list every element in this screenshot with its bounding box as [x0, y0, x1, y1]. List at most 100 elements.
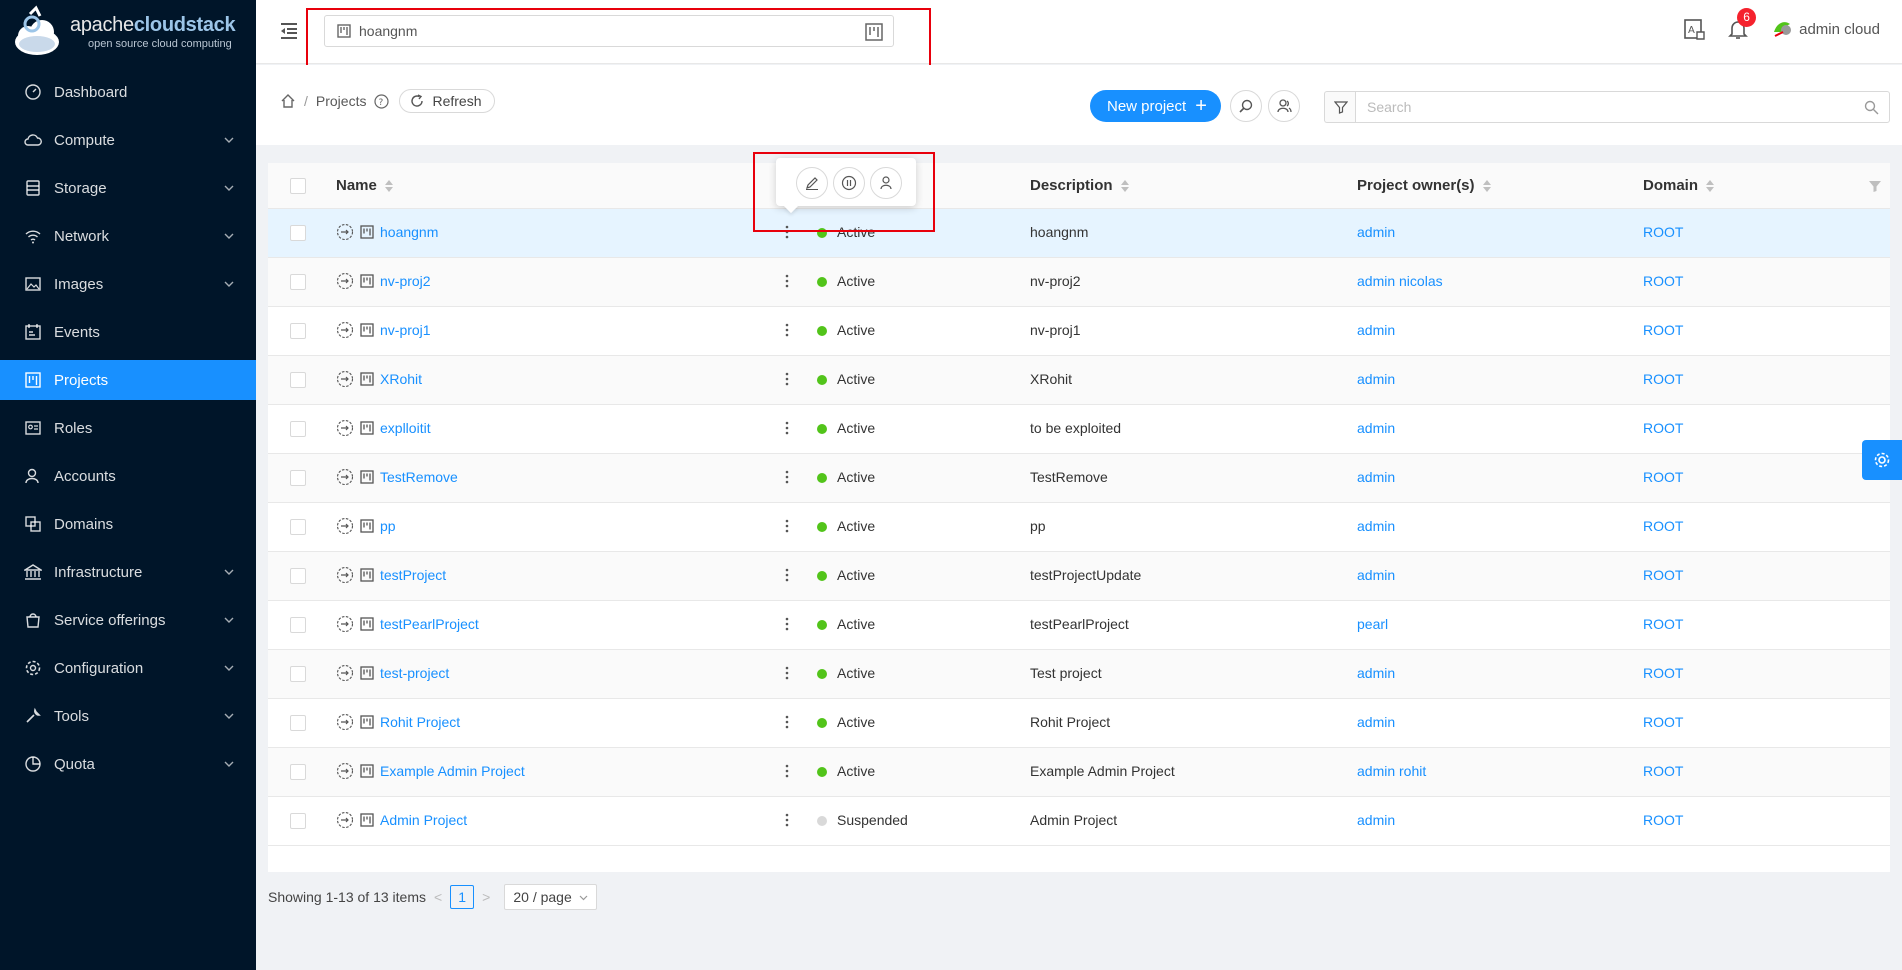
settings-drawer-button[interactable]	[1862, 440, 1902, 480]
sidebar-item-accounts[interactable]: Accounts	[0, 456, 256, 496]
project-name-link[interactable]: Example Admin Project	[380, 763, 525, 779]
project-name-link[interactable]: XRohit	[380, 371, 422, 387]
menu-fold-icon[interactable]	[278, 20, 300, 42]
switch-project-icon[interactable]	[336, 272, 354, 290]
row-checkbox[interactable]	[290, 421, 306, 437]
switch-project-icon[interactable]	[336, 615, 354, 633]
row-checkbox[interactable]	[290, 764, 306, 780]
table-row[interactable]: nv-proj1 Active nv-proj1 admin ROOT	[268, 307, 1890, 356]
project-name-link[interactable]: pp	[380, 518, 396, 534]
row-checkbox[interactable]	[290, 372, 306, 388]
translate-icon[interactable]: A	[1683, 18, 1705, 40]
owner-link[interactable]: admin	[1357, 665, 1395, 681]
switch-project-icon[interactable]	[336, 517, 354, 535]
refresh-button[interactable]: Refresh	[399, 89, 495, 113]
domain-link[interactable]: ROOT	[1643, 371, 1683, 387]
logo[interactable]: apachecloudstack open source cloud compu…	[0, 0, 256, 64]
sidebar-item-configuration[interactable]: Configuration	[0, 648, 256, 688]
sidebar-item-service-offerings[interactable]: Service offerings	[0, 600, 256, 640]
table-row[interactable]: pp Active pp admin ROOT	[268, 503, 1890, 552]
row-checkbox[interactable]	[290, 715, 306, 731]
sidebar-item-images[interactable]: Images	[0, 264, 256, 304]
more-actions-icon[interactable]	[785, 372, 789, 386]
row-checkbox[interactable]	[290, 666, 306, 682]
join-project-button[interactable]	[1230, 90, 1262, 122]
switch-project-icon[interactable]	[336, 223, 354, 241]
owner-link[interactable]: admin	[1357, 224, 1395, 240]
domain-link[interactable]: ROOT	[1643, 763, 1683, 779]
column-header-domain[interactable]: Domain	[1643, 177, 1715, 194]
more-actions-icon[interactable]	[785, 323, 789, 337]
owner-link[interactable]: admin	[1357, 567, 1395, 583]
owner-link[interactable]: admin nicolas	[1357, 273, 1443, 289]
switch-project-icon[interactable]	[336, 566, 354, 584]
search-input[interactable]: Search	[1355, 91, 1890, 123]
more-actions-icon[interactable]	[785, 274, 789, 288]
project-name-link[interactable]: TestRemove	[380, 469, 458, 485]
owner-link[interactable]: admin	[1357, 322, 1395, 338]
notification-bell[interactable]: 6	[1727, 8, 1757, 40]
page-number-current[interactable]: 1	[450, 885, 475, 909]
table-row[interactable]: Admin Project Suspended Admin Project admin…	[268, 797, 1890, 846]
more-actions-icon[interactable]	[785, 715, 789, 729]
switch-project-icon[interactable]	[336, 419, 354, 437]
domain-link[interactable]: ROOT	[1643, 665, 1683, 681]
table-row[interactable]: TestRemove Active TestRemove admin ROOT	[268, 454, 1890, 503]
project-name-link[interactable]: hoangnm	[380, 224, 438, 240]
row-checkbox[interactable]	[290, 568, 306, 584]
domain-link[interactable]: ROOT	[1643, 322, 1683, 338]
project-name-link[interactable]: testProject	[380, 567, 446, 583]
row-checkbox[interactable]	[290, 323, 306, 339]
owner-link[interactable]: admin	[1357, 518, 1395, 534]
switch-project-icon[interactable]	[336, 664, 354, 682]
row-checkbox[interactable]	[290, 519, 306, 535]
domain-link[interactable]: ROOT	[1643, 567, 1683, 583]
sidebar-item-storage[interactable]: Storage	[0, 168, 256, 208]
new-project-button[interactable]: New project +	[1090, 90, 1221, 122]
switch-project-icon[interactable]	[336, 811, 354, 829]
project-invitations-button[interactable]	[1268, 90, 1300, 122]
more-actions-icon[interactable]	[785, 421, 789, 435]
table-row[interactable]: testPearlProject Active testPearlProject pe…	[268, 601, 1890, 650]
page-size-select[interactable]: 20 / page	[504, 884, 597, 910]
project-name-link[interactable]: nv-proj1	[380, 322, 431, 338]
filter-button[interactable]	[1324, 91, 1356, 123]
domain-link[interactable]: ROOT	[1643, 273, 1683, 289]
sidebar-item-projects[interactable]: Projects	[0, 360, 256, 400]
table-row[interactable]: test-project Active Test project admin ROOT	[268, 650, 1890, 699]
owner-link[interactable]: admin	[1357, 371, 1395, 387]
more-actions-icon[interactable]	[785, 568, 789, 582]
owner-link[interactable]: admin	[1357, 812, 1395, 828]
more-actions-icon[interactable]	[785, 764, 789, 778]
owner-link[interactable]: admin rohit	[1357, 763, 1426, 779]
switch-project-icon[interactable]	[336, 370, 354, 388]
row-checkbox[interactable]	[290, 274, 306, 290]
sidebar-item-tools[interactable]: Tools	[0, 696, 256, 736]
table-row[interactable]: explloitit Active to be exploited admin ROOT	[268, 405, 1890, 454]
column-header-owners[interactable]: Project owner(s)	[1357, 177, 1491, 194]
table-row[interactable]: Example Admin Project Active Example Admin…	[268, 748, 1890, 797]
prev-page-icon[interactable]: <	[434, 889, 442, 905]
domain-link[interactable]: ROOT	[1643, 812, 1683, 828]
sidebar-item-dashboard[interactable]: Dashboard	[0, 72, 256, 112]
table-row[interactable]: nv-proj2 Active nv-proj2 admin nicolas ROOT	[268, 258, 1890, 307]
project-name-link[interactable]: testPearlProject	[380, 616, 479, 632]
sidebar-item-domains[interactable]: Domains	[0, 504, 256, 544]
more-actions-icon[interactable]	[785, 519, 789, 533]
project-name-link[interactable]: Rohit Project	[380, 714, 460, 730]
column-header-name[interactable]: Name	[336, 177, 393, 194]
sidebar-item-network[interactable]: Network	[0, 216, 256, 256]
domain-link[interactable]: ROOT	[1643, 420, 1683, 436]
owner-link[interactable]: admin	[1357, 469, 1395, 485]
domain-link[interactable]: ROOT	[1643, 469, 1683, 485]
more-actions-icon[interactable]	[785, 813, 789, 827]
more-actions-icon[interactable]	[785, 470, 789, 484]
row-checkbox[interactable]	[290, 813, 306, 829]
more-actions-icon[interactable]	[785, 666, 789, 680]
question-circle-icon[interactable]: ?	[374, 93, 390, 109]
row-checkbox[interactable]	[290, 617, 306, 633]
column-filter-icon[interactable]	[1868, 179, 1882, 193]
domain-link[interactable]: ROOT	[1643, 518, 1683, 534]
row-checkbox[interactable]	[290, 470, 306, 486]
project-name-link[interactable]: nv-proj2	[380, 273, 431, 289]
